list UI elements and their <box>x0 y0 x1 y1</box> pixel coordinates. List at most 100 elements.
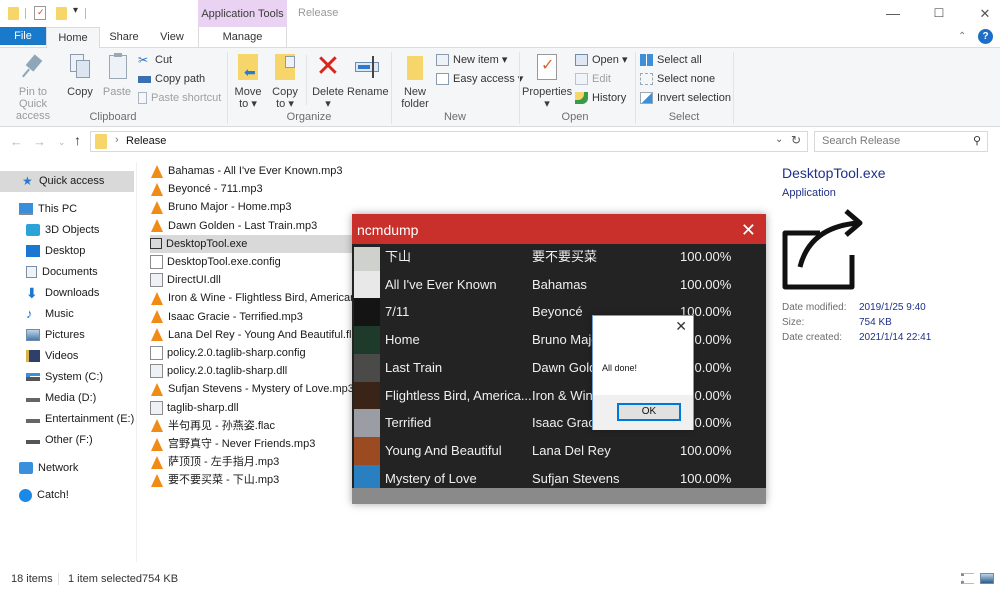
file-item[interactable]: 要不要买菜 - 下山.mp3 <box>150 471 360 489</box>
ncmdump-row[interactable]: All I've Ever Known Bahamas 100.00% <box>352 270 766 299</box>
rename-button[interactable]: Rename <box>347 52 389 98</box>
large-icons-view-icon[interactable] <box>980 573 994 584</box>
properties-button[interactable]: ✓ Properties ▾ <box>522 52 572 110</box>
collapse-ribbon-icon[interactable]: ⌃ <box>958 31 966 42</box>
help-icon[interactable]: ? <box>978 29 993 44</box>
tab-manage[interactable]: Manage <box>198 27 287 48</box>
file-item[interactable]: Bahamas - All I've Ever Known.mp3 <box>150 162 360 180</box>
select-all-button[interactable]: Select all <box>640 51 702 69</box>
nav-desktop[interactable]: Desktop <box>26 241 85 262</box>
new-folder-qa-icon[interactable] <box>56 7 67 20</box>
refresh-icon[interactable]: ↻ <box>791 133 801 147</box>
customize-qa-dropdown-icon[interactable]: ▾ <box>73 5 78 16</box>
file-name: Isaac Gracie - Terrified.mp3 <box>168 310 303 323</box>
song-title: Young And Beautiful <box>385 442 502 458</box>
file-item[interactable]: Lana Del Rey - Young And Beautiful.flac <box>150 326 360 344</box>
ncmdump-row[interactable]: Terrified Isaac Gracie 100.00% <box>352 409 766 438</box>
history-button[interactable]: History <box>575 89 626 107</box>
properties-qa-icon[interactable]: ✓ <box>34 6 46 20</box>
file-name: taglib-sharp.dll <box>167 401 239 414</box>
tab-file[interactable]: File <box>0 27 46 45</box>
file-item[interactable]: 半句再见 - 孙燕姿.flac <box>150 417 360 435</box>
nav-downloads[interactable]: ⬇ Downloads <box>26 283 99 304</box>
new-item-button[interactable]: New item ▾ <box>436 51 507 69</box>
group-label-open: Open <box>561 111 589 123</box>
up-button[interactable]: ↑ <box>74 132 81 148</box>
file-item[interactable]: 萨顶顶 - 左手指月.mp3 <box>150 453 360 471</box>
ncmdump-row[interactable]: Young And Beautiful Lana Del Rey 100.00% <box>352 436 766 465</box>
song-title: 7/11 <box>385 304 410 320</box>
ncmdump-row[interactable]: 7/11 Beyoncé 100.00% <box>352 298 766 327</box>
file-item[interactable]: Sufjan Stevens - Mystery of Love.mp3 <box>150 380 360 398</box>
ncmdump-row[interactable]: Flightless Bird, America... Iron & Wine 10… <box>352 381 766 410</box>
tab-home[interactable]: Home <box>46 27 100 49</box>
file-item[interactable]: policy.2.0.taglib-sharp.dll <box>150 362 360 380</box>
ncmdump-row[interactable]: Mystery of Love Sufjan Stevens 100.00% <box>352 464 766 488</box>
close-button[interactable]: ✕ <box>962 0 1000 27</box>
easy-access-button[interactable]: Easy access ▾ <box>436 70 523 88</box>
tab-share[interactable]: Share <box>104 27 144 48</box>
nav-other-f[interactable]: Other (F:) <box>26 430 93 451</box>
search-box[interactable]: Search Release ⚲ <box>814 131 988 152</box>
select-none-button[interactable]: Select none <box>640 70 715 88</box>
nav-system-c[interactable]: System (C:) <box>26 367 103 388</box>
file-item[interactable]: Beyoncé - 711.mp3 <box>150 180 360 198</box>
nav-3d-objects[interactable]: 3D Objects <box>26 220 99 241</box>
recent-locations-icon[interactable]: ⌄ <box>58 137 66 148</box>
folder-icon <box>95 134 107 149</box>
ncmdump-row[interactable]: 下山 要不要买菜 100.00% <box>352 247 766 271</box>
nav-documents[interactable]: Documents <box>26 262 98 283</box>
file-item[interactable]: DesktopTool.exe.config <box>150 253 360 271</box>
file-item[interactable]: taglib-sharp.dll <box>150 399 360 417</box>
file-item[interactable]: DesktopTool.exe <box>150 234 355 253</box>
catch-icon <box>19 488 32 502</box>
nav-pictures[interactable]: Pictures <box>26 325 85 346</box>
nav-quick-access[interactable]: ★ Quick access <box>0 171 134 192</box>
new-folder-button[interactable]: New folder <box>398 52 432 110</box>
nav-videos[interactable]: Videos <box>26 346 78 367</box>
nav-label: This PC <box>38 203 78 215</box>
nav-this-pc[interactable]: This PC <box>19 199 77 220</box>
file-item[interactable]: Bruno Major - Home.mp3 <box>150 198 360 216</box>
nav-media-d[interactable]: Media (D:) <box>26 388 96 409</box>
ncmdump-row[interactable]: Home Bruno Major 100.00% <box>352 326 766 355</box>
ncmdump-row[interactable]: Last Train Dawn Golden 100.00% <box>352 353 766 382</box>
copy-to-button[interactable]: Copy to ▾ <box>270 52 300 110</box>
search-icon[interactable]: ⚲ <box>973 132 981 151</box>
file-item[interactable]: 宫野真守 - Never Friends.mp3 <box>150 435 360 453</box>
file-item[interactable]: policy.2.0.taglib-sharp.config <box>150 344 360 362</box>
forward-button[interactable]: → <box>33 134 46 149</box>
copy-button[interactable]: Copy <box>64 52 96 98</box>
address-bar[interactable]: › Release ⌄ ↻ <box>90 131 808 152</box>
nav-music[interactable]: ♪ Music <box>26 304 74 325</box>
file-item[interactable]: DirectUI.dll <box>150 271 360 289</box>
open-button[interactable]: Open ▾ <box>575 51 628 69</box>
message-box-close-button[interactable]: ✕ <box>675 318 687 335</box>
file-item[interactable]: Iron & Wine - Flightless Bird, American … <box>150 289 360 307</box>
nav-network[interactable]: Network <box>19 458 78 479</box>
cut-button[interactable]: ✂ Cut <box>138 51 172 69</box>
ncmdump-close-button[interactable]: ✕ <box>741 214 756 246</box>
nav-catch[interactable]: Catch! <box>19 485 69 506</box>
edit-button[interactable]: Edit <box>575 70 611 88</box>
paste-shortcut-button[interactable]: Paste shortcut <box>138 89 221 107</box>
open-icon <box>575 54 588 67</box>
nav-entertainment-e[interactable]: Entertainment (E:) <box>26 409 134 430</box>
delete-button[interactable]: ✕ Delete ▾ <box>312 52 344 111</box>
invert-selection-button[interactable]: Invert selection <box>640 89 731 107</box>
breadcrumb-release[interactable]: Release <box>126 135 166 147</box>
paste-button[interactable]: Paste <box>100 52 134 98</box>
search-placeholder: Search Release <box>822 135 901 147</box>
ok-button[interactable]: OK <box>617 403 681 421</box>
back-button[interactable]: ← <box>10 134 23 149</box>
minimize-button[interactable]: — <box>870 0 916 27</box>
file-item[interactable]: Dawn Golden - Last Train.mp3 <box>150 217 360 235</box>
tab-view[interactable]: View <box>152 27 192 48</box>
details-view-icon[interactable] <box>961 573 974 584</box>
maximize-button[interactable]: ☐ <box>916 0 962 27</box>
copy-path-button[interactable]: Copy path <box>138 70 205 88</box>
pictures-icon <box>26 329 40 342</box>
file-item[interactable]: Isaac Gracie - Terrified.mp3 <box>150 308 360 326</box>
move-to-button[interactable]: ⬅ Move to ▾ <box>233 52 263 110</box>
address-dropdown-icon[interactable]: ⌄ <box>775 134 783 145</box>
